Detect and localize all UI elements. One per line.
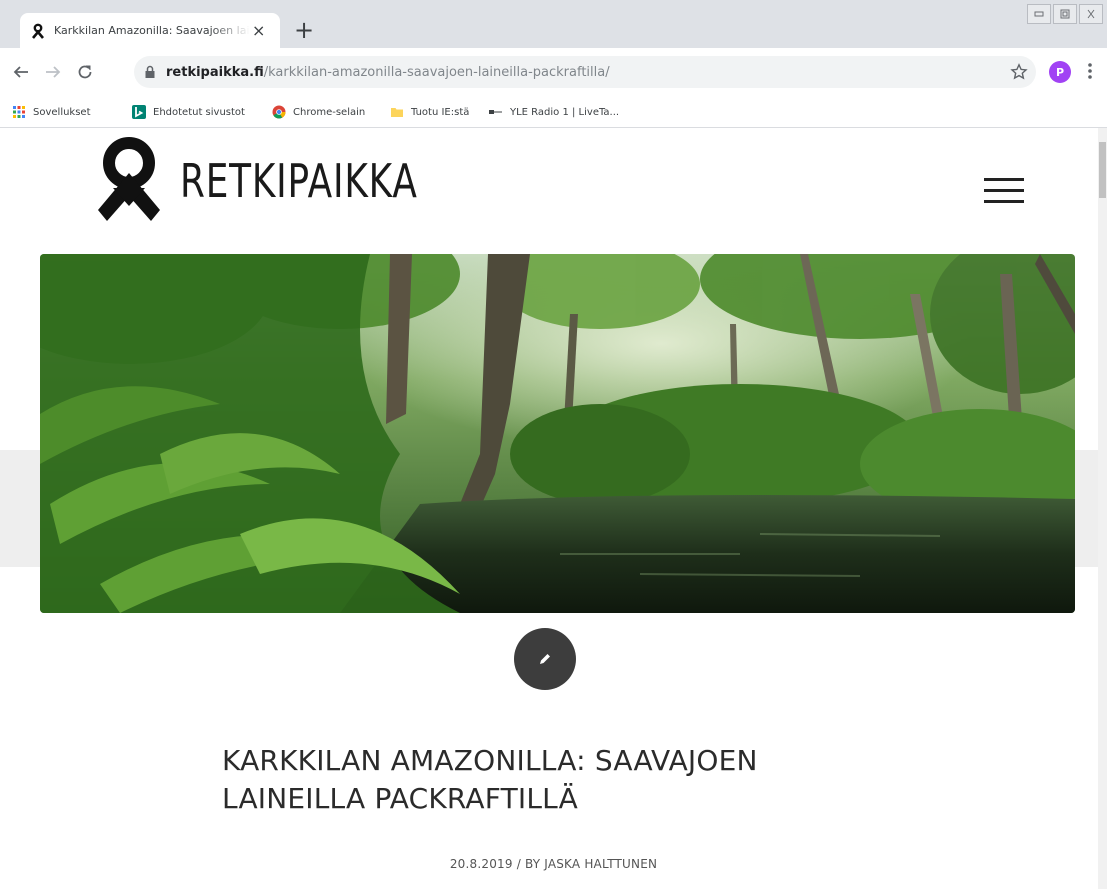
new-tab-icon[interactable]: + [294,18,314,42]
url-host: retkipaikka.fi [166,64,264,80]
browser-menu-icon[interactable] [1087,62,1093,80]
bookmark-yle-radio[interactable]: YLE Radio 1 | LiveTa... [489,103,619,121]
profile-avatar[interactable]: P [1049,61,1071,83]
site-logo-text[interactable]: RETKIPAIKKA [180,158,418,204]
post-title-line-2: LAINEILLA PACKRAFTILLÄ [222,782,578,815]
browser-toolbar: retkipaikka.fi/karkkilan-amazonilla-saav… [0,48,1107,96]
browser-tab[interactable]: Karkkilan Amazonilla: Saavajoen lainei × [20,13,280,48]
url-text: retkipaikka.fi/karkkilan-amazonilla-saav… [166,65,610,80]
close-window-icon[interactable] [1079,4,1103,24]
tab-close-icon[interactable]: × [252,22,265,39]
bookmark-label: Sovellukset [33,106,91,118]
tab-title: Karkkilan Amazonilla: Saavajoen lainei [54,24,250,37]
apps-grid-icon [13,106,25,118]
bookmark-tuotu-ie[interactable]: Tuotu IE:stä [390,103,469,121]
folder-icon [391,108,403,117]
page-scrollbar[interactable] [1098,128,1107,889]
slider-prev-arrow[interactable] [0,450,40,567]
post-format-icon [514,628,576,690]
bookmark-label: Ehdotetut sivustot [153,106,245,118]
minimize-icon[interactable] [1027,4,1051,24]
back-arrow-icon[interactable] [12,63,30,81]
forward-arrow-icon[interactable] [44,63,62,81]
bookmark-ehdotetut-sivustot[interactable]: Ehdotetut sivustot [132,103,245,121]
address-bar[interactable]: retkipaikka.fi/karkkilan-amazonilla-saav… [134,56,1036,88]
reload-icon[interactable] [76,63,94,81]
post-title: KARKKILAN AMAZONILLA: SAAVAJOEN LAINEILL… [222,742,922,818]
post-title-line-1: KARKKILAN AMAZONILLA: SAAVAJOEN [222,744,758,777]
hero-image [40,254,1075,613]
bookmark-label: Tuotu IE:stä [411,106,470,118]
bing-icon [132,105,146,119]
bookmark-star-icon[interactable] [1010,63,1028,81]
bookmark-sovellukset[interactable]: Sovellukset [12,103,91,121]
radio-icon [489,110,502,114]
scrollbar-thumb[interactable] [1099,142,1106,198]
bookmarks-bar: Sovellukset Ehdotetut sivustot Chrome-se… [0,96,1107,128]
retkipaikka-favicon-icon [32,23,44,39]
lock-icon [145,65,155,78]
post-meta: 20.8.2019 / BY JASKA HALTTUNEN [449,857,658,871]
pencil-icon [540,654,550,664]
web-page: RETKIPAIKKA KARKKILAN AMAZONILLA: SAAVAJ… [0,128,1107,889]
retkipaikka-logo-icon[interactable] [93,130,165,234]
bookmark-chrome-selain[interactable]: Chrome-selain [272,103,365,121]
maximize-icon[interactable] [1053,4,1077,24]
hamburger-menu-icon[interactable] [984,178,1024,211]
chrome-icon [272,105,286,119]
browser-titlebar: Karkkilan Amazonilla: Saavajoen lainei ×… [0,0,1107,48]
bookmark-label: YLE Radio 1 | LiveTa... [510,106,620,118]
window-controls [1027,4,1103,24]
url-path: /karkkilan-amazonilla-saavajoen-laineill… [263,64,610,80]
bookmark-label: Chrome-selain [293,106,366,118]
